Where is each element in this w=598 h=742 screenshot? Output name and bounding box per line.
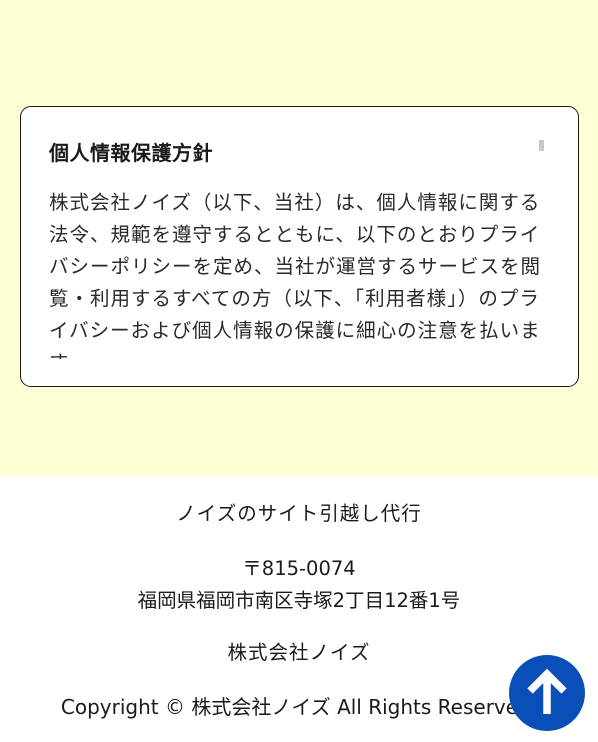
footer-company: 株式会社ノイズ <box>227 641 371 664</box>
policy-scroll-area[interactable]: 株式会社ノイズ（以下、当社）は、個人情報に関する法令、規範を遵守するとともに、以… <box>49 187 553 359</box>
footer-site-name: ノイズのサイト引越し代行 <box>176 502 422 525</box>
policy-section: 個人情報保護方針 株式会社ノイズ（以下、当社）は、個人情報に関する法令、規範を遵… <box>0 0 598 476</box>
footer-address: 福岡県福岡市南区寺塚2丁目12番1号 <box>137 589 461 612</box>
footer-postal-code: 〒815-0074 <box>242 557 356 580</box>
policy-body-text: 株式会社ノイズ（以下、当社）は、個人情報に関する法令、規範を遵守するとともに、以… <box>49 191 542 359</box>
back-to-top-button[interactable] <box>509 655 585 731</box>
scrollbar-thumb[interactable] <box>539 140 544 151</box>
privacy-policy-card: 個人情報保護方針 株式会社ノイズ（以下、当社）は、個人情報に関する法令、規範を遵… <box>20 106 579 387</box>
policy-title: 個人情報保護方針 <box>49 141 213 165</box>
arrow-up-icon <box>527 669 567 714</box>
